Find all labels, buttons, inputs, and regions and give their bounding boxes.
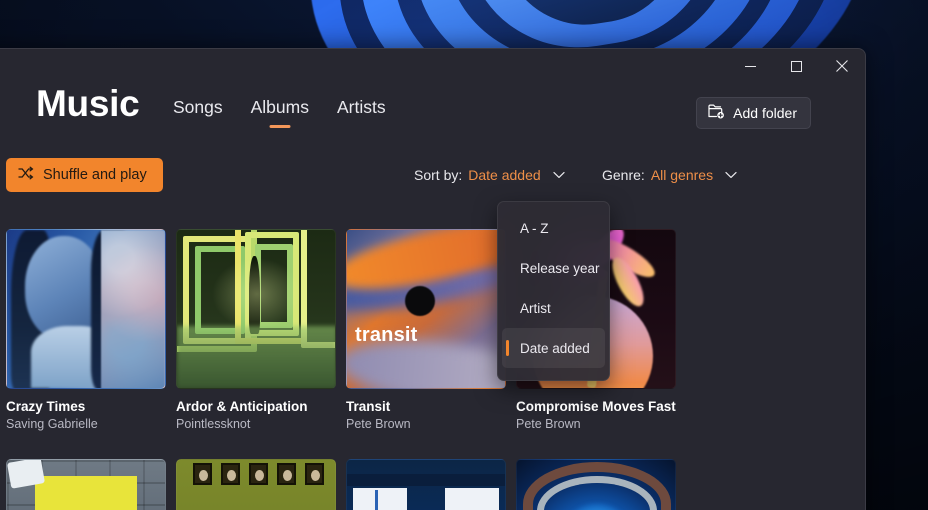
folder-plus-icon (708, 104, 725, 122)
album-art-text: transit (355, 324, 418, 346)
shuffle-and-play-button[interactable]: Shuffle and play (6, 158, 163, 192)
window-titlebar (727, 49, 865, 83)
album-title: Ardor & Anticipation (176, 399, 308, 414)
tab-songs[interactable]: Songs (173, 97, 223, 128)
minimize-icon (744, 61, 756, 72)
page-title: Music (36, 83, 140, 124)
tab-albums-label: Albums (250, 97, 309, 117)
album-art-ardor-anticipation (176, 229, 336, 389)
album-card[interactable]: Ardor & Anticipation Pointlessknot (176, 229, 336, 433)
tab-artists-label: Artists (336, 97, 386, 117)
album-artist: Pete Brown (516, 417, 581, 432)
maximize-button[interactable] (773, 49, 819, 83)
album-art-blue-dome-light (516, 459, 676, 510)
menu-item-label: Date added (520, 340, 590, 356)
album-card[interactable]: Crazy Times Saving Gabrielle (6, 229, 166, 433)
close-button[interactable] (819, 49, 865, 83)
add-folder-button[interactable]: Add folder (696, 97, 811, 129)
maximize-icon (790, 60, 802, 72)
menu-item-label: Release year (520, 260, 600, 276)
album-art-blue-window-tower (346, 459, 506, 510)
sort-by-dropdown-menu[interactable]: A - Z Release year Artist Date added (497, 201, 610, 381)
menu-item-label: Artist (520, 300, 551, 316)
app-header: Music Songs Albums Artists Add folder (0, 83, 865, 145)
chevron-down-icon (725, 171, 737, 179)
album-card[interactable] (176, 459, 336, 510)
albums-grid[interactable]: Crazy Times Saving Gabrielle Ardor & Ant… (0, 197, 865, 510)
tab-albums[interactable]: Albums (251, 97, 309, 128)
menu-item-date-added[interactable]: Date added (502, 328, 605, 368)
album-art-green-room-cakes (176, 459, 336, 510)
album-title: Transit (346, 399, 391, 414)
genre-label: Genre: (602, 167, 645, 183)
album-card[interactable] (346, 459, 506, 510)
tab-songs-label: Songs (173, 97, 223, 117)
menu-item-a-z[interactable]: A - Z (502, 208, 605, 248)
genre-dropdown-trigger[interactable]: Genre: All genres (602, 167, 737, 183)
album-art-transit: transit (346, 229, 506, 389)
album-card[interactable] (6, 459, 166, 510)
album-art-yellow-graffiti-wall (6, 459, 166, 510)
album-artist: Pete Brown (346, 417, 411, 432)
album-title: Compromise Moves Fast (516, 399, 676, 414)
tab-artists[interactable]: Artists (337, 97, 386, 128)
tab-underline (269, 125, 291, 128)
album-title: Crazy Times (6, 399, 86, 414)
add-folder-label: Add folder (733, 105, 797, 121)
chevron-down-icon (553, 171, 565, 179)
menu-item-label: A - Z (520, 220, 549, 236)
menu-item-release-year[interactable]: Release year (502, 248, 605, 288)
shuffle-and-play-label: Shuffle and play (43, 167, 147, 183)
nav-tabs: Songs Albums Artists (173, 97, 386, 128)
album-card[interactable] (516, 459, 676, 510)
album-artist: Saving Gabrielle (6, 417, 98, 432)
sort-by-label: Sort by: (414, 167, 463, 183)
album-artist: Pointlessknot (176, 417, 251, 432)
sort-by-value: Date added (468, 167, 541, 183)
albums-row (6, 459, 676, 510)
menu-item-artist[interactable]: Artist (502, 288, 605, 328)
minimize-button[interactable] (727, 49, 773, 83)
shuffle-icon (18, 166, 34, 184)
selection-indicator (506, 340, 509, 356)
close-icon (836, 60, 848, 72)
albums-toolbar: Shuffle and play Sort by: Date added Gen… (0, 145, 865, 197)
sort-by-dropdown-trigger[interactable]: Sort by: Date added (414, 167, 565, 183)
album-card[interactable]: transit Transit Pete Brown (346, 229, 506, 433)
album-art-crazy-times (6, 229, 166, 389)
music-app-window: Music Songs Albums Artists Add folder Sh… (0, 48, 866, 510)
genre-value: All genres (650, 167, 714, 183)
